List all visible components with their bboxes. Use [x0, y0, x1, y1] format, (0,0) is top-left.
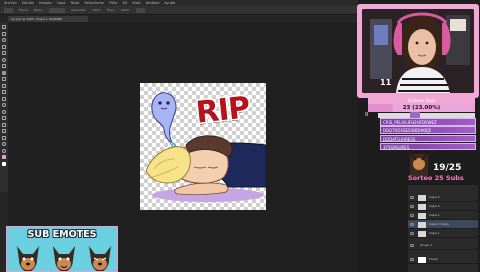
- layer-name: Capa 1 copia: [429, 222, 449, 226]
- dog-emotes-row: [17, 246, 111, 271]
- document-canvas[interactable]: RIP: [140, 83, 266, 210]
- layer-row[interactable]: Capa 2: [408, 211, 478, 220]
- follower-goal-bar: 23 (23.00%): [368, 104, 475, 112]
- type-tool-icon[interactable]: [2, 122, 6, 127]
- menu-3d[interactable]: 3D: [122, 1, 127, 5]
- dog-emote-3: [89, 246, 111, 271]
- move-tool-icon[interactable]: [2, 25, 6, 29]
- follower-goal-zero: 0: [365, 112, 369, 118]
- layer-thumbnail: [418, 230, 426, 237]
- list-item: DODATLUHRESS: [380, 134, 476, 143]
- dog-emote-2: [53, 246, 75, 271]
- menu-ayuda[interactable]: Ayuda: [164, 1, 174, 5]
- dog-emote-1: [17, 246, 39, 271]
- visibility-eye-icon[interactable]: [410, 214, 414, 217]
- list-item: DBQ7ROSSESSNDHKKJ5: [380, 126, 476, 134]
- eraser-tool-icon[interactable]: [2, 90, 6, 94]
- background-color-swatch[interactable]: [2, 161, 6, 166]
- tool-name: Pincel: [19, 8, 28, 12]
- visibility-eye-icon[interactable]: [410, 196, 414, 199]
- menu-seleccionar[interactable]: Seleccionar: [84, 1, 104, 5]
- layer-row[interactable]: Capa 4: [408, 193, 478, 202]
- mode-label: Modo:: [33, 8, 43, 12]
- webcam-counter: 11: [380, 78, 392, 87]
- pen-tool-icon[interactable]: [2, 116, 6, 120]
- webcam-feed: [362, 9, 474, 93]
- options-bar: Pincel Modo: Normal Opacidad: 100% Flujo…: [0, 6, 360, 24]
- menu-ventana[interactable]: Ventana: [145, 1, 159, 5]
- foreground-color-swatch[interactable]: [2, 155, 6, 159]
- sub-emotes-banner: SUB EMOTES: [6, 226, 118, 272]
- menu-edicion[interactable]: Edición: [22, 1, 34, 5]
- layers-panel: Capa 4 Capa 3 Capa 2 Capa 1 copia Capa 1…: [408, 185, 478, 272]
- streamer-webcam-image: [362, 9, 474, 93]
- marquee-tool-icon[interactable]: [2, 31, 6, 36]
- ghost-icon: [151, 92, 181, 152]
- gradient-tool-icon[interactable]: [2, 96, 6, 101]
- giveaway-title: Sorteo 25 Subs: [408, 174, 464, 182]
- webcam-frame: [357, 4, 479, 98]
- visibility-eye-icon[interactable]: [410, 244, 414, 247]
- shape-tool-icon[interactable]: [2, 135, 6, 140]
- visibility-eye-icon[interactable]: [410, 258, 414, 261]
- dodge-tool-icon[interactable]: [2, 109, 6, 114]
- tools-panel: [0, 22, 8, 192]
- history-brush-tool-icon[interactable]: [2, 83, 6, 88]
- layer-thumbnail: [418, 212, 426, 219]
- sub-emotes-title: SUB EMOTES: [27, 229, 97, 240]
- menu-archivo[interactable]: Archivo: [4, 1, 17, 5]
- zoom-tool-icon[interactable]: [2, 148, 6, 153]
- giveaway-counter: 19/25: [433, 163, 462, 173]
- menu-capa[interactable]: Capa: [57, 1, 66, 5]
- brush-tool-icon[interactable]: [2, 70, 6, 75]
- layer-row[interactable]: Capa 3: [408, 202, 478, 211]
- blur-tool-icon[interactable]: [2, 103, 6, 107]
- layer-name: Capa 1: [429, 231, 440, 235]
- visibility-eye-icon[interactable]: [410, 205, 414, 208]
- path-select-tool-icon[interactable]: [2, 129, 6, 133]
- layer-row[interactable]: Capa 1: [408, 229, 478, 238]
- stamp-tool-icon[interactable]: [2, 77, 6, 81]
- layer-row-background[interactable]: Fondo: [408, 255, 478, 264]
- airbrush-toggle[interactable]: [135, 7, 145, 13]
- menu-imagen[interactable]: Imagen: [39, 1, 52, 5]
- layer-thumbnail: [418, 203, 426, 210]
- opacity-label: Opacidad:: [71, 8, 87, 12]
- mode-select[interactable]: Normal: [49, 7, 65, 24]
- visibility-eye-icon[interactable]: [410, 223, 414, 226]
- rip-text: RIP: [194, 90, 251, 131]
- menu-texto[interactable]: Texto: [70, 1, 79, 5]
- queue-list: CRIS_PELIVLIFH2HFDSWEZ DBQ7ROSSESSNDHKKJ…: [380, 118, 476, 151]
- menu-vista[interactable]: Vista: [132, 1, 140, 5]
- layer-name: Capa 2: [429, 213, 440, 217]
- quick-select-tool-icon[interactable]: [2, 44, 6, 49]
- flow-value[interactable]: 100%: [121, 8, 130, 12]
- layer-name: Capa 4: [429, 195, 440, 199]
- layer-row-selected[interactable]: Capa 1 copia: [408, 220, 478, 229]
- layer-name: Grupo 1: [420, 243, 433, 247]
- eyedropper-tool-icon[interactable]: [2, 57, 6, 62]
- flow-label: Flujo:: [106, 8, 115, 12]
- layer-thumbnail: [418, 221, 426, 228]
- layer-thumbnail: [418, 256, 426, 263]
- layer-group-row[interactable]: Grupo 1: [408, 241, 478, 250]
- hand-tool-icon[interactable]: [2, 142, 6, 146]
- menu-filtro[interactable]: Filtro: [109, 1, 117, 5]
- list-item: CRIS_PELIVLIFH2HFDSWEZ: [380, 118, 476, 126]
- brush-preset-picker[interactable]: [4, 7, 13, 13]
- healing-tool-icon[interactable]: [2, 64, 6, 68]
- opacity-value[interactable]: 100%: [92, 8, 101, 12]
- visibility-eye-icon[interactable]: [410, 232, 414, 235]
- screen: Archivo Edición Imagen Capa Texto Selecc…: [0, 0, 480, 272]
- crop-tool-icon[interactable]: [2, 51, 6, 55]
- layer-thumbnail: [418, 194, 426, 201]
- lasso-tool-icon[interactable]: [2, 38, 6, 42]
- layer-name: Capa 3: [429, 204, 440, 208]
- layer-name: Fondo: [429, 257, 439, 261]
